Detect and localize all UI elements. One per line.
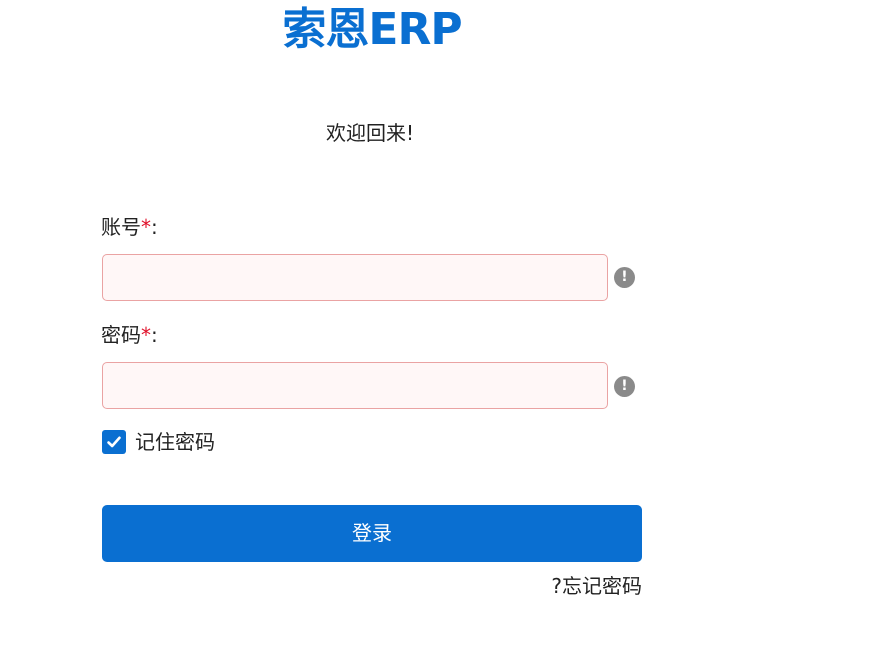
remember-password-checkbox[interactable]	[102, 430, 126, 454]
exclamation-icon: !	[614, 267, 635, 288]
password-label: 密码*:	[101, 321, 158, 349]
exclamation-icon: !	[614, 376, 635, 397]
account-label-text: 账号	[101, 215, 141, 239]
brand-title: 索恩ERP	[282, 4, 462, 55]
required-mark: *	[141, 323, 151, 347]
remember-password-row: 记住密码	[102, 428, 215, 456]
password-input[interactable]	[102, 362, 608, 409]
remember-password-label[interactable]: 记住密码	[135, 428, 215, 456]
label-colon: :	[151, 323, 158, 347]
label-colon: :	[151, 215, 158, 239]
welcome-message: 欢迎回来!	[325, 121, 415, 145]
forgot-password-link[interactable]: ?忘记密码	[480, 571, 642, 601]
password-label-text: 密码	[101, 323, 141, 347]
account-label: 账号*:	[101, 213, 158, 241]
account-input[interactable]	[102, 254, 608, 301]
login-button[interactable]: 登录	[102, 505, 642, 562]
required-mark: *	[141, 215, 151, 239]
checkmark-icon	[107, 436, 121, 448]
